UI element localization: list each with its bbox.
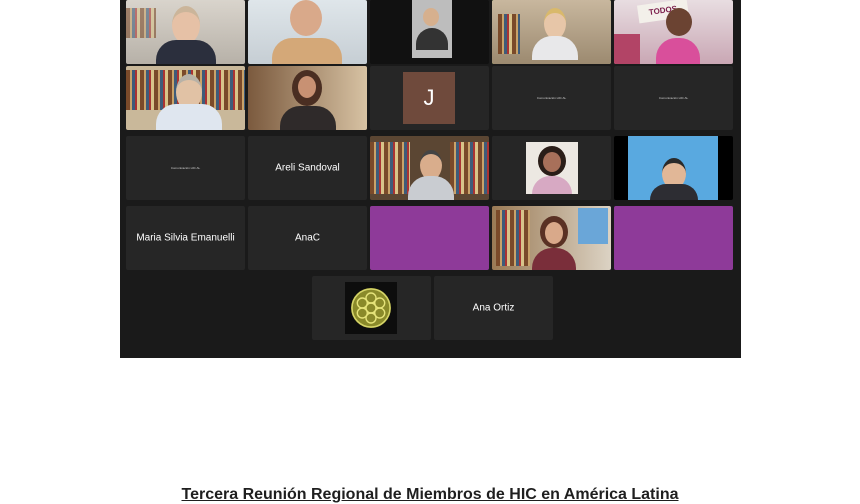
participant-tile-video[interactable] xyxy=(248,0,367,64)
participant-tile-name[interactable]: Areli Sandoval xyxy=(248,136,367,200)
participant-name-label: Comunicación HIC AL xyxy=(536,96,567,100)
participant-tile-video[interactable] xyxy=(248,66,367,130)
participant-tile-name[interactable]: Comunicación HIC AL xyxy=(614,66,733,130)
flower-logo-icon xyxy=(351,288,391,328)
participant-tile-video[interactable] xyxy=(492,206,611,270)
participant-video xyxy=(370,0,489,64)
participant-tile-logo[interactable] xyxy=(312,276,431,340)
participant-tile-name[interactable]: AnaC xyxy=(248,206,367,270)
participant-tile-video-purple[interactable] xyxy=(370,206,489,270)
participant-video xyxy=(248,0,367,64)
participant-name-label: Areli Sandoval xyxy=(275,162,340,174)
document-caption: Tercera Reunión Regional de Miembros de … xyxy=(181,486,679,503)
participant-video xyxy=(614,206,733,270)
zoom-gallery-window: TODOS J Comunicación HIC AL Comunicación… xyxy=(120,0,741,358)
participant-video xyxy=(492,136,611,200)
participant-tile-video[interactable] xyxy=(492,136,611,200)
participant-video xyxy=(492,0,611,64)
organization-logo xyxy=(345,282,397,334)
participant-tile-video[interactable] xyxy=(370,0,489,64)
participant-name-label: AnaC xyxy=(294,232,320,244)
participant-tile-video-active-speaker[interactable] xyxy=(492,0,611,64)
participant-name-label: Maria Silvia Emanuelli xyxy=(136,232,235,244)
participant-video xyxy=(126,0,245,64)
participant-video xyxy=(126,66,245,130)
participant-tile-avatar[interactable]: J xyxy=(370,66,489,130)
participant-name-label: Ana Ortiz xyxy=(472,302,515,314)
participant-tile-name[interactable]: Maria Silvia Emanuelli xyxy=(126,206,245,270)
participant-video xyxy=(248,66,367,130)
participant-video xyxy=(370,136,489,200)
participant-name-label: Comunicación HIC AL xyxy=(170,166,201,170)
participant-video xyxy=(614,136,733,200)
participant-tile-video[interactable] xyxy=(614,136,733,200)
participant-tile-video[interactable] xyxy=(126,0,245,64)
participant-video xyxy=(492,206,611,270)
participant-tile-video[interactable] xyxy=(126,66,245,130)
participant-tile-name[interactable]: Comunicación HIC AL xyxy=(126,136,245,200)
participant-name-label: Comunicación HIC AL xyxy=(658,96,689,100)
participant-video xyxy=(370,206,489,270)
participant-tile-name[interactable]: Comunicación HIC AL xyxy=(492,66,611,130)
participant-tile-video[interactable]: TODOS xyxy=(614,0,733,64)
participant-video: TODOS xyxy=(614,0,733,64)
participant-tile-name[interactable]: Ana Ortiz xyxy=(434,276,553,340)
participant-tile-video[interactable] xyxy=(370,136,489,200)
participant-tile-video-purple[interactable] xyxy=(614,206,733,270)
participant-initial-avatar: J xyxy=(403,72,455,124)
